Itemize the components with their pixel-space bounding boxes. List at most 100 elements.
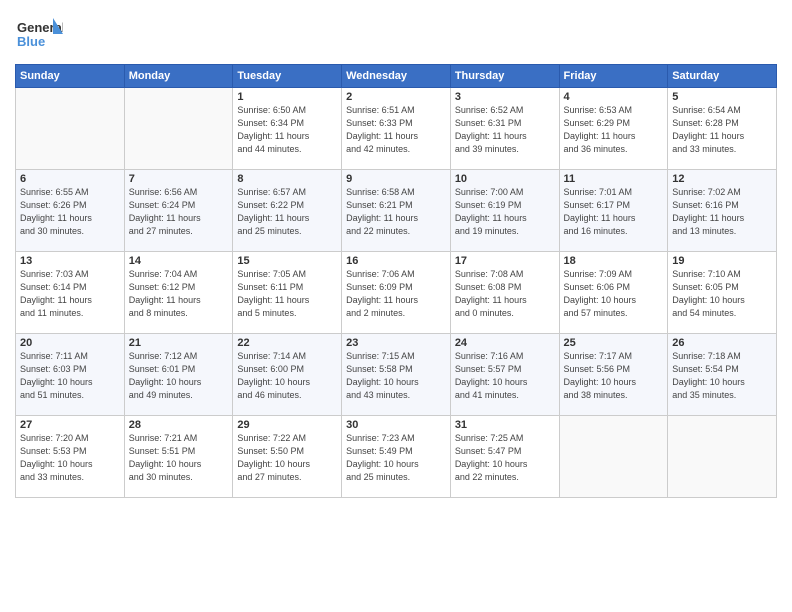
weekday-header-sunday: Sunday bbox=[16, 65, 125, 88]
calendar-cell: 30Sunrise: 7:23 AM Sunset: 5:49 PM Dayli… bbox=[342, 416, 451, 498]
calendar-week-2: 6Sunrise: 6:55 AM Sunset: 6:26 PM Daylig… bbox=[16, 170, 777, 252]
day-number: 24 bbox=[455, 337, 555, 349]
calendar-cell: 24Sunrise: 7:16 AM Sunset: 5:57 PM Dayli… bbox=[450, 334, 559, 416]
day-info: Sunrise: 7:18 AM Sunset: 5:54 PM Dayligh… bbox=[672, 350, 772, 402]
day-info: Sunrise: 7:06 AM Sunset: 6:09 PM Dayligh… bbox=[346, 268, 446, 320]
day-number: 8 bbox=[237, 173, 337, 185]
day-number: 13 bbox=[20, 255, 120, 267]
day-info: Sunrise: 7:08 AM Sunset: 6:08 PM Dayligh… bbox=[455, 268, 555, 320]
day-info: Sunrise: 7:04 AM Sunset: 6:12 PM Dayligh… bbox=[129, 268, 229, 320]
calendar-cell: 5Sunrise: 6:54 AM Sunset: 6:28 PM Daylig… bbox=[668, 88, 777, 170]
calendar-cell: 9Sunrise: 6:58 AM Sunset: 6:21 PM Daylig… bbox=[342, 170, 451, 252]
header: General Blue bbox=[15, 10, 777, 58]
day-number: 22 bbox=[237, 337, 337, 349]
day-number: 16 bbox=[346, 255, 446, 267]
calendar-cell bbox=[668, 416, 777, 498]
calendar-cell: 18Sunrise: 7:09 AM Sunset: 6:06 PM Dayli… bbox=[559, 252, 668, 334]
day-number: 3 bbox=[455, 91, 555, 103]
day-info: Sunrise: 7:20 AM Sunset: 5:53 PM Dayligh… bbox=[20, 432, 120, 484]
weekday-header-tuesday: Tuesday bbox=[233, 65, 342, 88]
weekday-header-saturday: Saturday bbox=[668, 65, 777, 88]
calendar-cell: 31Sunrise: 7:25 AM Sunset: 5:47 PM Dayli… bbox=[450, 416, 559, 498]
day-info: Sunrise: 7:21 AM Sunset: 5:51 PM Dayligh… bbox=[129, 432, 229, 484]
weekday-header-thursday: Thursday bbox=[450, 65, 559, 88]
calendar-cell: 8Sunrise: 6:57 AM Sunset: 6:22 PM Daylig… bbox=[233, 170, 342, 252]
day-number: 4 bbox=[564, 91, 664, 103]
day-number: 28 bbox=[129, 419, 229, 431]
day-info: Sunrise: 6:57 AM Sunset: 6:22 PM Dayligh… bbox=[237, 186, 337, 238]
day-number: 6 bbox=[20, 173, 120, 185]
day-number: 11 bbox=[564, 173, 664, 185]
calendar-cell: 28Sunrise: 7:21 AM Sunset: 5:51 PM Dayli… bbox=[124, 416, 233, 498]
day-number: 12 bbox=[672, 173, 772, 185]
day-number: 5 bbox=[672, 91, 772, 103]
calendar-cell: 10Sunrise: 7:00 AM Sunset: 6:19 PM Dayli… bbox=[450, 170, 559, 252]
day-info: Sunrise: 7:23 AM Sunset: 5:49 PM Dayligh… bbox=[346, 432, 446, 484]
calendar-week-3: 13Sunrise: 7:03 AM Sunset: 6:14 PM Dayli… bbox=[16, 252, 777, 334]
day-number: 2 bbox=[346, 91, 446, 103]
calendar-cell: 7Sunrise: 6:56 AM Sunset: 6:24 PM Daylig… bbox=[124, 170, 233, 252]
day-info: Sunrise: 7:16 AM Sunset: 5:57 PM Dayligh… bbox=[455, 350, 555, 402]
day-info: Sunrise: 6:56 AM Sunset: 6:24 PM Dayligh… bbox=[129, 186, 229, 238]
weekday-header-row: SundayMondayTuesdayWednesdayThursdayFrid… bbox=[16, 65, 777, 88]
day-info: Sunrise: 6:52 AM Sunset: 6:31 PM Dayligh… bbox=[455, 104, 555, 156]
day-info: Sunrise: 7:03 AM Sunset: 6:14 PM Dayligh… bbox=[20, 268, 120, 320]
day-number: 18 bbox=[564, 255, 664, 267]
calendar-cell: 17Sunrise: 7:08 AM Sunset: 6:08 PM Dayli… bbox=[450, 252, 559, 334]
calendar-cell: 3Sunrise: 6:52 AM Sunset: 6:31 PM Daylig… bbox=[450, 88, 559, 170]
day-info: Sunrise: 7:01 AM Sunset: 6:17 PM Dayligh… bbox=[564, 186, 664, 238]
day-info: Sunrise: 6:53 AM Sunset: 6:29 PM Dayligh… bbox=[564, 104, 664, 156]
day-info: Sunrise: 7:02 AM Sunset: 6:16 PM Dayligh… bbox=[672, 186, 772, 238]
day-number: 27 bbox=[20, 419, 120, 431]
day-info: Sunrise: 7:10 AM Sunset: 6:05 PM Dayligh… bbox=[672, 268, 772, 320]
calendar-cell: 23Sunrise: 7:15 AM Sunset: 5:58 PM Dayli… bbox=[342, 334, 451, 416]
day-number: 20 bbox=[20, 337, 120, 349]
day-info: Sunrise: 7:22 AM Sunset: 5:50 PM Dayligh… bbox=[237, 432, 337, 484]
calendar-cell bbox=[124, 88, 233, 170]
day-info: Sunrise: 7:11 AM Sunset: 6:03 PM Dayligh… bbox=[20, 350, 120, 402]
logo-icon: General Blue bbox=[15, 10, 63, 58]
day-info: Sunrise: 7:14 AM Sunset: 6:00 PM Dayligh… bbox=[237, 350, 337, 402]
day-info: Sunrise: 6:51 AM Sunset: 6:33 PM Dayligh… bbox=[346, 104, 446, 156]
day-info: Sunrise: 7:25 AM Sunset: 5:47 PM Dayligh… bbox=[455, 432, 555, 484]
day-number: 29 bbox=[237, 419, 337, 431]
calendar-cell: 14Sunrise: 7:04 AM Sunset: 6:12 PM Dayli… bbox=[124, 252, 233, 334]
calendar-cell: 21Sunrise: 7:12 AM Sunset: 6:01 PM Dayli… bbox=[124, 334, 233, 416]
calendar-cell: 11Sunrise: 7:01 AM Sunset: 6:17 PM Dayli… bbox=[559, 170, 668, 252]
day-number: 26 bbox=[672, 337, 772, 349]
calendar-cell: 22Sunrise: 7:14 AM Sunset: 6:00 PM Dayli… bbox=[233, 334, 342, 416]
day-number: 10 bbox=[455, 173, 555, 185]
calendar-week-5: 27Sunrise: 7:20 AM Sunset: 5:53 PM Dayli… bbox=[16, 416, 777, 498]
day-number: 14 bbox=[129, 255, 229, 267]
day-number: 9 bbox=[346, 173, 446, 185]
day-number: 17 bbox=[455, 255, 555, 267]
day-number: 23 bbox=[346, 337, 446, 349]
calendar-table: SundayMondayTuesdayWednesdayThursdayFrid… bbox=[15, 64, 777, 498]
calendar-cell bbox=[559, 416, 668, 498]
calendar-cell: 1Sunrise: 6:50 AM Sunset: 6:34 PM Daylig… bbox=[233, 88, 342, 170]
day-info: Sunrise: 7:00 AM Sunset: 6:19 PM Dayligh… bbox=[455, 186, 555, 238]
day-number: 7 bbox=[129, 173, 229, 185]
day-info: Sunrise: 6:54 AM Sunset: 6:28 PM Dayligh… bbox=[672, 104, 772, 156]
calendar-cell: 13Sunrise: 7:03 AM Sunset: 6:14 PM Dayli… bbox=[16, 252, 125, 334]
calendar-cell: 27Sunrise: 7:20 AM Sunset: 5:53 PM Dayli… bbox=[16, 416, 125, 498]
calendar-cell: 15Sunrise: 7:05 AM Sunset: 6:11 PM Dayli… bbox=[233, 252, 342, 334]
day-number: 19 bbox=[672, 255, 772, 267]
calendar-cell: 12Sunrise: 7:02 AM Sunset: 6:16 PM Dayli… bbox=[668, 170, 777, 252]
calendar-cell: 19Sunrise: 7:10 AM Sunset: 6:05 PM Dayli… bbox=[668, 252, 777, 334]
calendar-week-4: 20Sunrise: 7:11 AM Sunset: 6:03 PM Dayli… bbox=[16, 334, 777, 416]
weekday-header-wednesday: Wednesday bbox=[342, 65, 451, 88]
calendar-cell: 26Sunrise: 7:18 AM Sunset: 5:54 PM Dayli… bbox=[668, 334, 777, 416]
page: General Blue SundayMondayTuesdayWednesda… bbox=[0, 0, 792, 612]
day-info: Sunrise: 6:50 AM Sunset: 6:34 PM Dayligh… bbox=[237, 104, 337, 156]
svg-text:Blue: Blue bbox=[17, 34, 45, 49]
logo: General Blue bbox=[15, 10, 63, 58]
day-info: Sunrise: 7:17 AM Sunset: 5:56 PM Dayligh… bbox=[564, 350, 664, 402]
day-info: Sunrise: 6:58 AM Sunset: 6:21 PM Dayligh… bbox=[346, 186, 446, 238]
day-number: 31 bbox=[455, 419, 555, 431]
calendar-cell: 6Sunrise: 6:55 AM Sunset: 6:26 PM Daylig… bbox=[16, 170, 125, 252]
weekday-header-monday: Monday bbox=[124, 65, 233, 88]
day-info: Sunrise: 6:55 AM Sunset: 6:26 PM Dayligh… bbox=[20, 186, 120, 238]
calendar-cell: 20Sunrise: 7:11 AM Sunset: 6:03 PM Dayli… bbox=[16, 334, 125, 416]
calendar-cell: 16Sunrise: 7:06 AM Sunset: 6:09 PM Dayli… bbox=[342, 252, 451, 334]
